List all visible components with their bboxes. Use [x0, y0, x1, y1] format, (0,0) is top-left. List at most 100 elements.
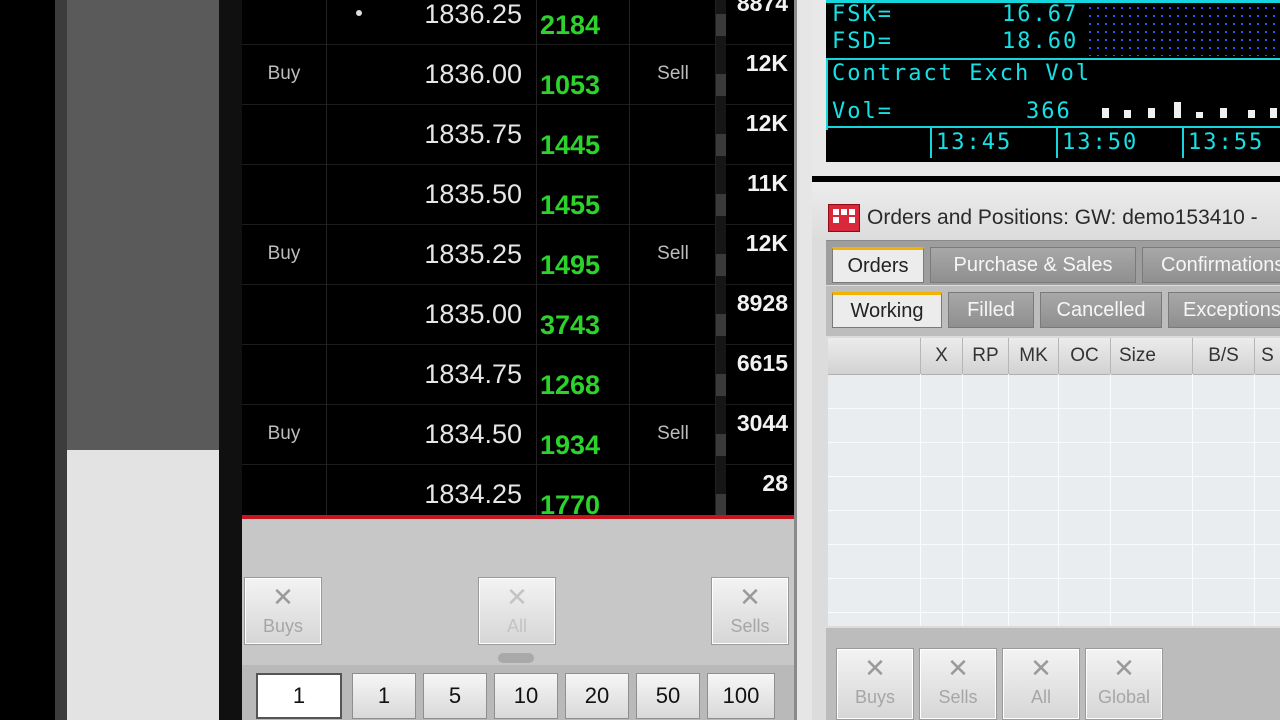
time-label: 13:55	[1188, 130, 1265, 155]
vol-label: Vol=	[832, 99, 893, 124]
tab-purchase-sales[interactable]: Purchase & Sales	[930, 247, 1136, 283]
orders-positions-window: Orders and Positions: GW: demo153410 - O…	[812, 182, 1280, 720]
quantity-strip: 1 1 5 10 20 50 100	[242, 665, 794, 720]
fsd-label: FSD=	[832, 29, 893, 54]
quantity-input[interactable]: 1	[256, 673, 342, 719]
quantity-button-1[interactable]: 1	[352, 673, 416, 719]
column-header[interactable]: OC	[1058, 338, 1110, 374]
orders-grid: X RP MK OC Size B/S S	[828, 338, 1280, 626]
volume-cell: 1053	[538, 44, 630, 104]
table-row[interactable]	[828, 510, 1280, 545]
close-icon: ✕	[506, 582, 528, 612]
column-header[interactable]: MK	[1008, 338, 1058, 374]
sell-cell[interactable]: Sell	[631, 44, 716, 104]
tab-working[interactable]: Working	[832, 292, 942, 328]
resize-grip[interactable]	[498, 653, 534, 663]
window-title-bar[interactable]: Orders and Positions: GW: demo153410 -	[812, 182, 1280, 240]
sell-cell[interactable]	[631, 104, 716, 164]
quantity-button-10[interactable]: 10	[494, 673, 558, 719]
sell-cell[interactable]	[631, 284, 716, 344]
ladder-row: Buy 1836.00 1053 Sell 12K	[242, 44, 792, 105]
sell-cell[interactable]	[631, 0, 716, 44]
column-header[interactable]: RP	[962, 338, 1008, 374]
contract-exch-vol-label: Contract Exch Vol	[832, 61, 1092, 86]
cancel-sells-button[interactable]: ✕ Sells	[919, 648, 997, 720]
quantity-button-20[interactable]: 20	[565, 673, 629, 719]
sell-cell[interactable]	[631, 344, 716, 404]
size-cell: 8928	[736, 290, 788, 316]
quantity-button-50[interactable]: 50	[636, 673, 700, 719]
ladder-row: Buy 1835.25 1495 Sell 12K	[242, 224, 792, 285]
column-header[interactable]: S	[1254, 338, 1280, 374]
market-info-panel: FSK= 16.67 FSD= 18.60 Contract Exch Vol …	[826, 0, 1280, 162]
price-cell: 1835.75	[327, 104, 537, 164]
cancel-all-button[interactable]: ✕ All	[1002, 648, 1080, 720]
tab-cancelled[interactable]: Cancelled	[1040, 292, 1162, 328]
depth-bar	[716, 44, 726, 104]
price-cell: 1835.00	[327, 284, 537, 344]
price-cell: 1835.50	[327, 164, 537, 224]
tab-orders[interactable]: Orders	[832, 247, 924, 283]
table-row[interactable]	[828, 544, 1280, 579]
depth-bar	[716, 224, 726, 284]
column-header[interactable]: Size	[1110, 338, 1192, 374]
ladder-row: Buy 1834.50 1934 Sell 3044	[242, 404, 792, 465]
price-ladder: 1836.25 2184 8874 Buy 1836.00 1053 Sell …	[242, 0, 792, 525]
ladder-row: 1835.75 1445 12K	[242, 104, 792, 165]
buy-cell[interactable]: Buy	[242, 44, 327, 104]
buy-cell[interactable]	[242, 104, 327, 164]
size-cell: 11K	[747, 170, 788, 196]
volume-cell: 1495	[538, 224, 630, 284]
cancel-buys-button[interactable]: ✕ Buys	[244, 577, 322, 645]
cancel-buys-button[interactable]: ✕ Buys	[836, 648, 914, 720]
depth-bar	[716, 104, 726, 164]
column-header[interactable]: X	[920, 338, 962, 374]
close-icon: ✕	[272, 582, 294, 612]
volume-cell: 1455	[538, 164, 630, 224]
time-label: 13:45	[936, 130, 1013, 155]
buy-cell[interactable]	[242, 0, 327, 44]
price-cell: 1835.25	[327, 224, 537, 284]
close-icon: ✕	[947, 653, 969, 683]
side-panel-dark	[67, 0, 219, 450]
depth-bar	[716, 404, 726, 464]
column-header[interactable]	[828, 338, 920, 374]
buy-cell[interactable]	[242, 164, 327, 224]
cancel-global-button[interactable]: ✕ Global	[1085, 648, 1163, 720]
fsd-value: 18.60	[1002, 29, 1079, 54]
ladder-row: 1836.25 2184 8874	[242, 0, 792, 45]
table-row[interactable]	[828, 442, 1280, 477]
tab-exceptions[interactable]: Exceptions	[1168, 292, 1280, 328]
close-icon: ✕	[1113, 653, 1135, 683]
main-tabs: Orders Purchase & Sales Confirmations	[826, 240, 1280, 285]
close-icon: ✕	[1030, 653, 1052, 683]
cancel-sells-button[interactable]: ✕ Sells	[711, 577, 789, 645]
window-divider	[794, 0, 812, 720]
buy-cell[interactable]	[242, 344, 327, 404]
close-icon: ✕	[864, 653, 886, 683]
quantity-button-5[interactable]: 5	[423, 673, 487, 719]
sell-cell[interactable]	[631, 164, 716, 224]
buy-cell[interactable]: Buy	[242, 224, 327, 284]
sell-cell[interactable]: Sell	[631, 404, 716, 464]
app-icon	[828, 204, 860, 232]
tab-confirmations[interactable]: Confirmations	[1142, 247, 1280, 283]
cancel-all-button[interactable]: ✕ All	[478, 577, 556, 645]
table-row[interactable]	[828, 374, 1280, 409]
table-row[interactable]	[828, 578, 1280, 613]
window-title: Orders and Positions: GW: demo153410 -	[867, 206, 1258, 229]
price-cell: 1836.00	[327, 44, 537, 104]
quantity-button-100[interactable]: 100	[707, 673, 775, 719]
table-row[interactable]	[828, 408, 1280, 443]
size-cell: 6615	[736, 350, 788, 376]
volume-cell: 3743	[538, 284, 630, 344]
ladder-row: 1835.00 3743 8928	[242, 284, 792, 345]
table-row[interactable]	[828, 476, 1280, 511]
volume-cell: 1268	[538, 344, 630, 404]
buy-cell[interactable]: Buy	[242, 404, 327, 464]
tab-filled[interactable]: Filled	[948, 292, 1034, 328]
window-edge	[55, 0, 67, 720]
buy-cell[interactable]	[242, 284, 327, 344]
sell-cell[interactable]: Sell	[631, 224, 716, 284]
column-header[interactable]: B/S	[1192, 338, 1254, 374]
